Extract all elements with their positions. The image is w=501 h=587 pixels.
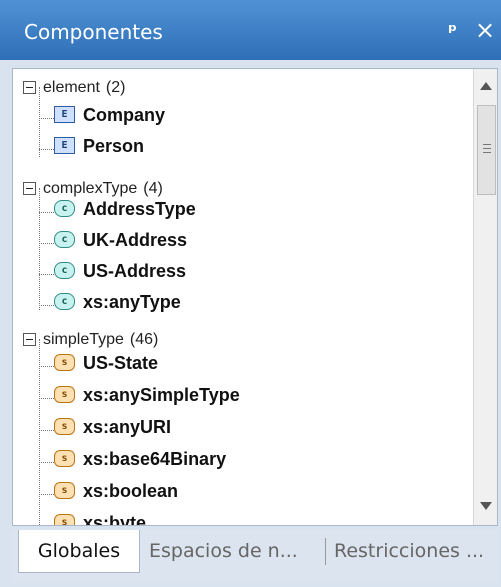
collapse-icon[interactable] [23,333,36,346]
tree-group-label: element [43,79,100,96]
simple-type-icon: s [54,482,75,499]
complex-type-icon: c [54,200,75,217]
scrollbar-thumb[interactable] [477,105,496,195]
tree-item-label: US-Address [83,261,187,281]
tree-group-count: (2) [105,79,126,96]
bottom-tabs: Globales Espacios de n... Restricciones … [12,530,498,583]
element-icon: E [54,106,75,123]
scroll-up-icon[interactable] [480,82,492,90]
panel-title-bar[interactable]: Componentes ᵖ × [0,0,501,60]
tab-restricciones[interactable]: Restricciones ... [334,530,498,572]
panel-title: Componentes [24,20,163,44]
vertical-scrollbar[interactable] [473,69,497,525]
tree-group-label: simpleType [43,331,124,348]
tree-item-label: Person [83,136,145,156]
components-tree-area: element (2) E Company E Person complexTyp… [12,68,498,526]
complex-type-icon: c [54,293,75,310]
element-icon: E [54,137,75,154]
tab-espacios-de-nombres[interactable]: Espacios de n... [149,530,327,572]
close-icon[interactable]: × [475,16,495,44]
tree-item-label: xs:boolean [83,481,179,501]
tree-item-label: AddressType [83,199,196,219]
complex-type-icon: c [54,262,75,279]
tree-group-count: (4) [143,180,163,197]
scroll-down-icon[interactable] [480,502,492,510]
tree-group-count: (46) [129,331,159,348]
simple-type-icon: s [54,354,75,371]
tree-group-label: complexType [43,180,138,197]
collapse-icon[interactable] [23,182,36,195]
tree-item-label: Company [83,105,166,125]
simple-type-icon: s [54,514,75,525]
components-tree: element (2) E Company E Person complexTyp… [13,69,473,525]
collapse-icon[interactable] [23,81,36,94]
tree-item-label: xs:base64Binary [83,449,227,469]
simple-type-icon: s [54,450,75,467]
tree-item-label: xs:anySimpleType [83,385,240,405]
tree-item-label: xs:byte [83,513,147,526]
simple-type-icon: s [54,418,75,435]
simple-type-icon: s [54,386,75,403]
tab-globales[interactable]: Globales [18,530,140,573]
complex-type-icon: c [54,231,75,248]
pin-icon[interactable]: ᵖ [448,20,457,42]
tree-item-label: US-State [83,353,159,373]
tree-item-label: xs:anyType [83,292,181,312]
tree-item-label: UK-Address [83,230,188,250]
tree-item-label: xs:anyURI [83,417,172,437]
tab-separator [325,538,326,565]
components-panel: Componentes ᵖ × element (2) E Company E P… [0,0,501,587]
